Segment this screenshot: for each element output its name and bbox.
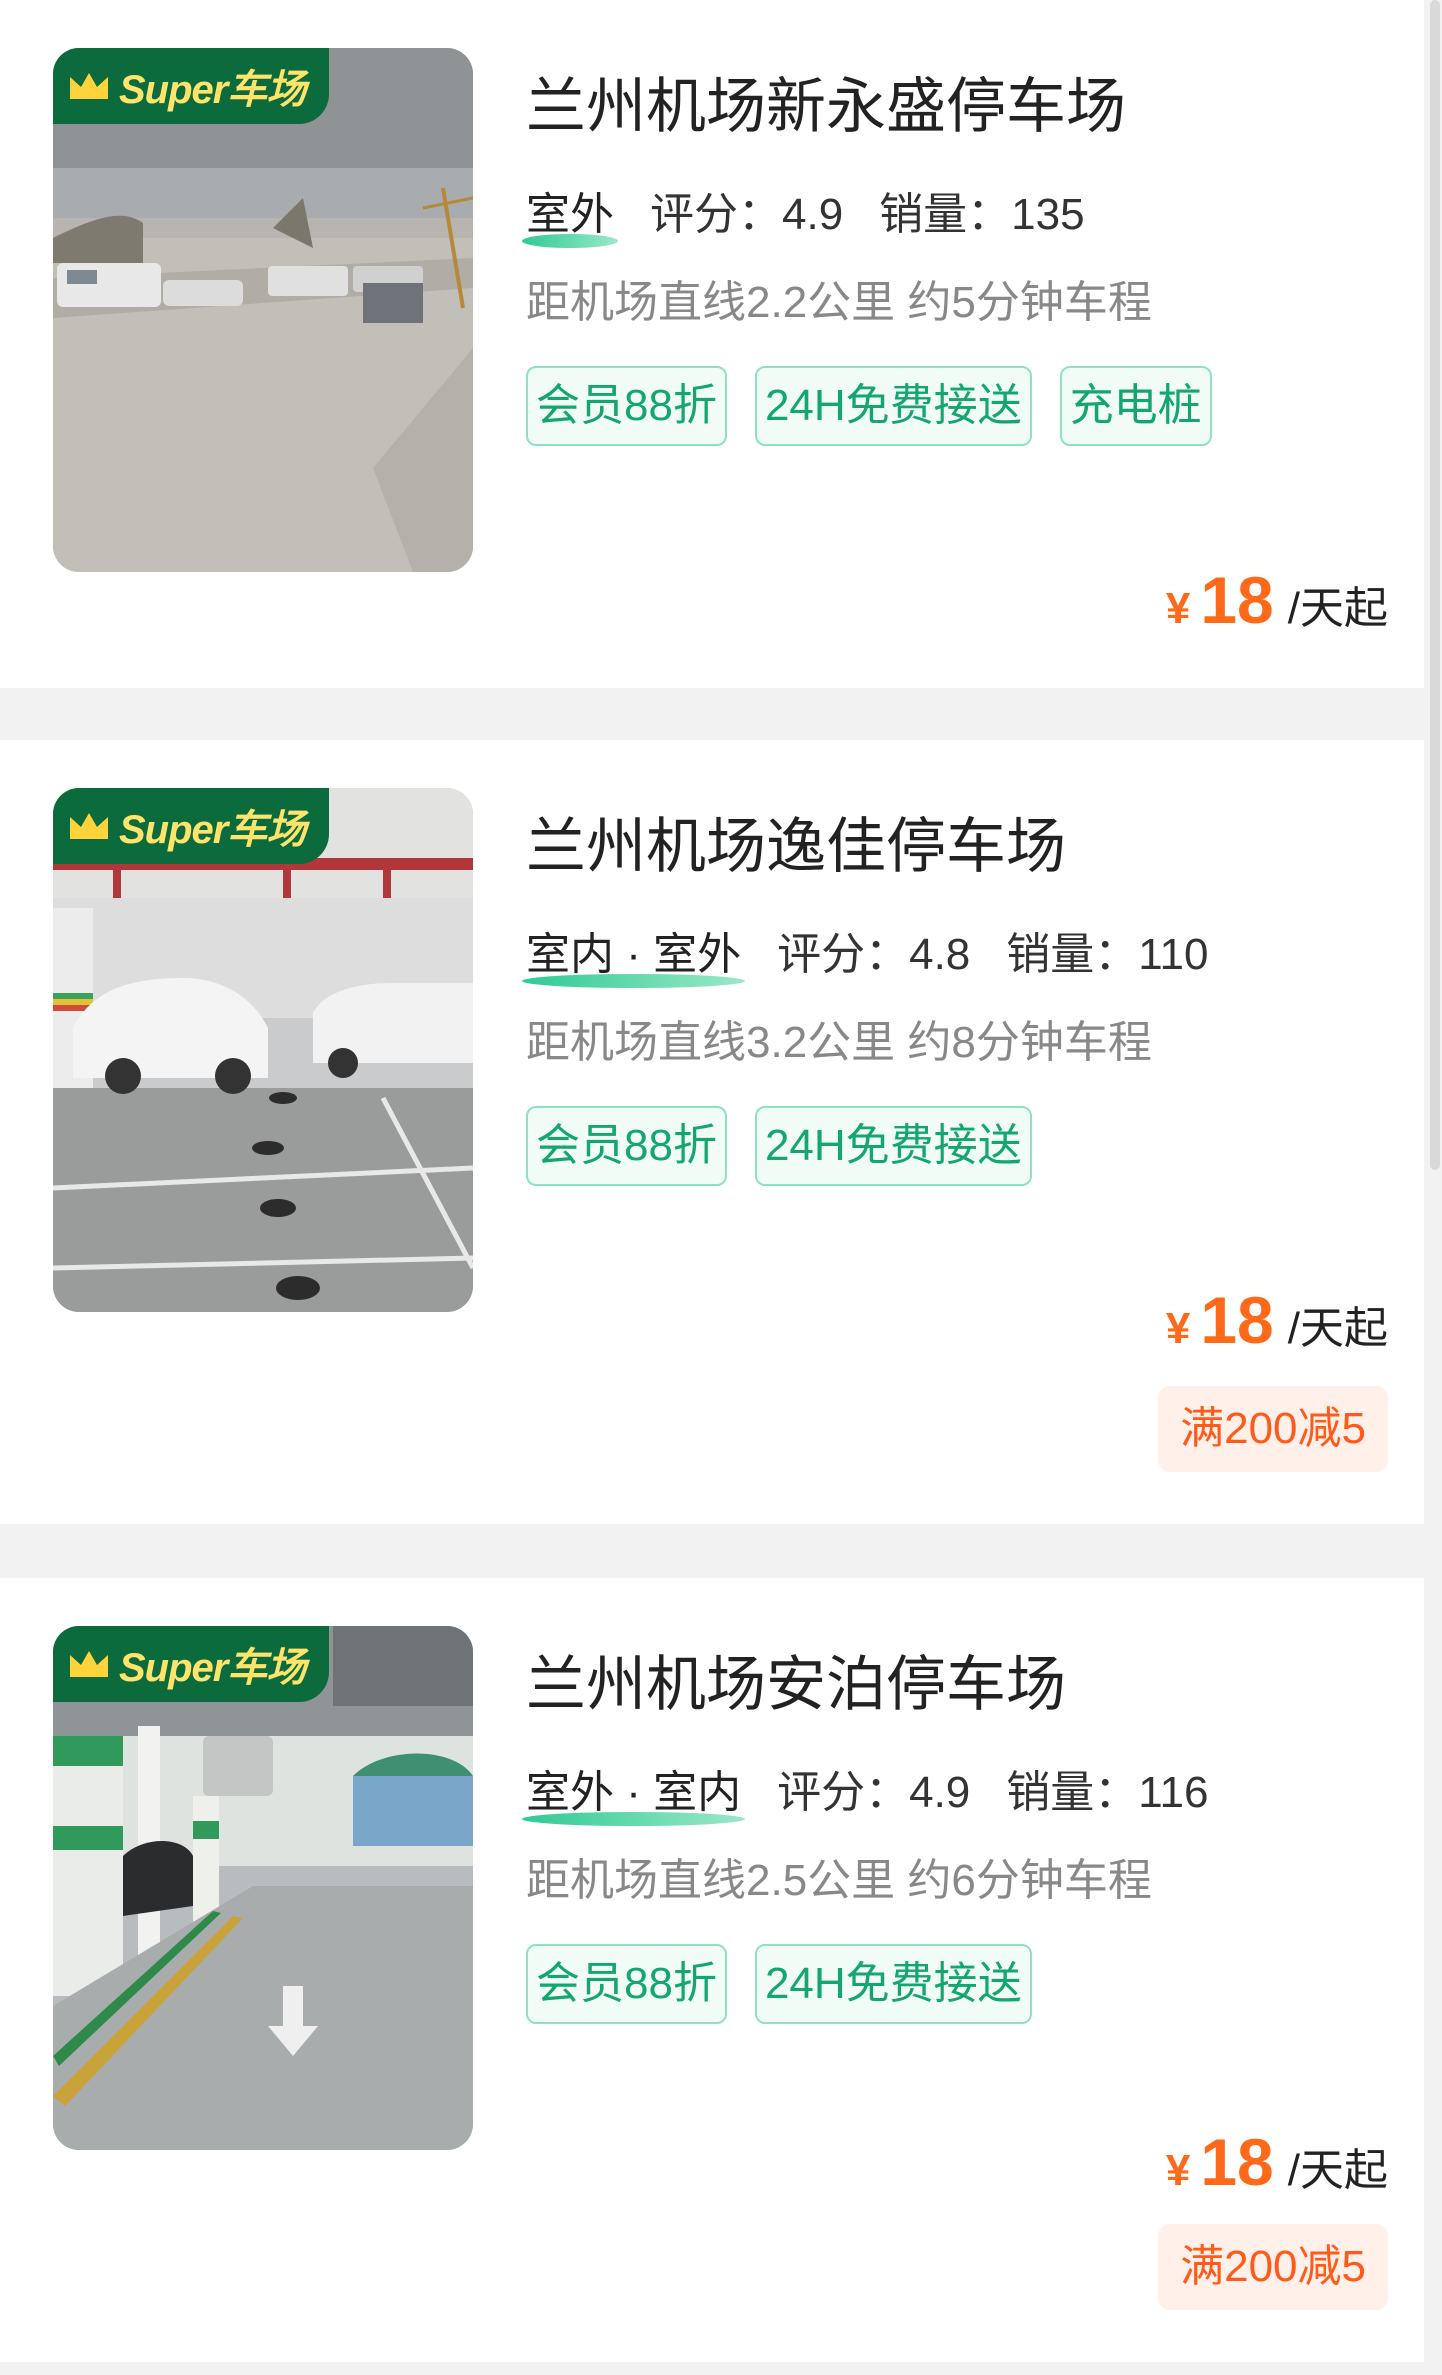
price-value: 18 xyxy=(1200,563,1274,637)
tag-member-discount: 会员88折 xyxy=(526,366,727,446)
badge-label: Super车场 xyxy=(119,808,306,852)
super-lot-badge: Super车场 xyxy=(53,788,329,864)
super-lot-badge: Super车场 xyxy=(53,48,329,124)
badge-label: Super车场 xyxy=(119,1646,306,1690)
feature-tags: 会员88折 24H免费接送 充电桩 xyxy=(526,366,1386,478)
sales-count: 销量：110 xyxy=(1006,930,1209,979)
currency-symbol: ¥ xyxy=(1165,584,1191,633)
feature-tags: 会员88折 24H免费接送 xyxy=(526,1106,1386,1218)
parking-lot-photo[interactable]: Super车场 xyxy=(53,1626,473,2150)
tag-member-discount: 会员88折 xyxy=(526,1944,727,2024)
badge-label: Super车场 xyxy=(119,68,306,112)
rating: 评分：4.9 xyxy=(777,1768,971,1817)
sales-count: 销量：135 xyxy=(879,190,1085,239)
lot-meta: 室外 评分：4.9 销量：135 xyxy=(522,178,1085,248)
location-type: 室外 xyxy=(522,178,618,248)
price: ¥ 18 /天起 xyxy=(1166,2124,1388,2200)
tag-shuttle: 24H免费接送 xyxy=(754,1106,1032,1186)
promo-badge: 满200减5 xyxy=(1158,2224,1388,2310)
location-type: 室外 · 室内 xyxy=(522,1756,746,1826)
currency-symbol: ¥ xyxy=(1165,1304,1191,1353)
price: ¥ 18 /天起 xyxy=(1166,1282,1388,1358)
parking-lot-photo[interactable]: Super车场 xyxy=(53,48,473,572)
distance-info: 距机场直线2.5公里 约6分钟车程 xyxy=(526,1856,1152,1905)
rating: 评分：4.9 xyxy=(650,190,844,239)
scrollbar[interactable] xyxy=(1430,0,1440,1170)
promo-badge: 满200减5 xyxy=(1158,1386,1388,1472)
tag-member-discount: 会员88折 xyxy=(526,1106,727,1186)
tag-shuttle: 24H免费接送 xyxy=(754,1944,1032,2024)
parking-lot-photo[interactable]: Super车场 xyxy=(53,788,473,1312)
parking-lot-card[interactable]: Super车场 兰州机场新永盛停车场 室外 评分：4.9 销量：135 距机场直… xyxy=(0,0,1424,688)
outdoor-lot-image xyxy=(53,48,473,572)
parking-lot-name: 兰州机场逸佳停车场 xyxy=(526,813,1066,880)
currency-symbol: ¥ xyxy=(1165,2146,1191,2195)
tag-shuttle: 24H免费接送 xyxy=(754,366,1032,446)
distance-info: 距机场直线3.2公里 约8分钟车程 xyxy=(526,1018,1152,1067)
garage-lot-image xyxy=(53,1626,473,2150)
lot-meta: 室外 · 室内 评分：4.9 销量：116 xyxy=(522,1756,1209,1826)
lot-meta: 室内 · 室外 评分：4.8 销量：110 xyxy=(522,918,1209,988)
rating: 评分：4.8 xyxy=(777,930,971,979)
parking-lot-card[interactable]: Super车场 兰州机场安泊停车场 室外 · 室内 评分：4.9 销量：116 … xyxy=(0,1578,1424,2362)
crown-icon xyxy=(70,1651,108,1677)
price-unit: /天起 xyxy=(1287,2146,1388,2195)
crown-icon xyxy=(70,813,108,839)
location-type: 室内 · 室外 xyxy=(522,918,746,988)
price-value: 18 xyxy=(1200,2125,1274,2199)
feature-tags: 会员88折 24H免费接送 xyxy=(526,1944,1386,2056)
sales-count: 销量：116 xyxy=(1006,1768,1209,1817)
price-unit: /天起 xyxy=(1287,1304,1388,1353)
price: ¥ 18 /天起 xyxy=(1166,562,1388,638)
super-lot-badge: Super车场 xyxy=(53,1626,329,1702)
price-unit: /天起 xyxy=(1287,584,1388,633)
price-value: 18 xyxy=(1200,1283,1274,1357)
parking-lot-name: 兰州机场新永盛停车场 xyxy=(526,73,1126,140)
parking-lot-card[interactable]: Super车场 兰州机场逸佳停车场 室内 · 室外 评分：4.8 销量：110 … xyxy=(0,740,1424,1524)
crown-icon xyxy=(70,73,108,99)
parking-lot-name: 兰州机场安泊停车场 xyxy=(526,1651,1066,1718)
distance-info: 距机场直线2.2公里 约5分钟车程 xyxy=(526,278,1152,327)
indoor-lot-image xyxy=(53,788,473,1312)
tag-charging: 充电桩 xyxy=(1059,366,1212,446)
